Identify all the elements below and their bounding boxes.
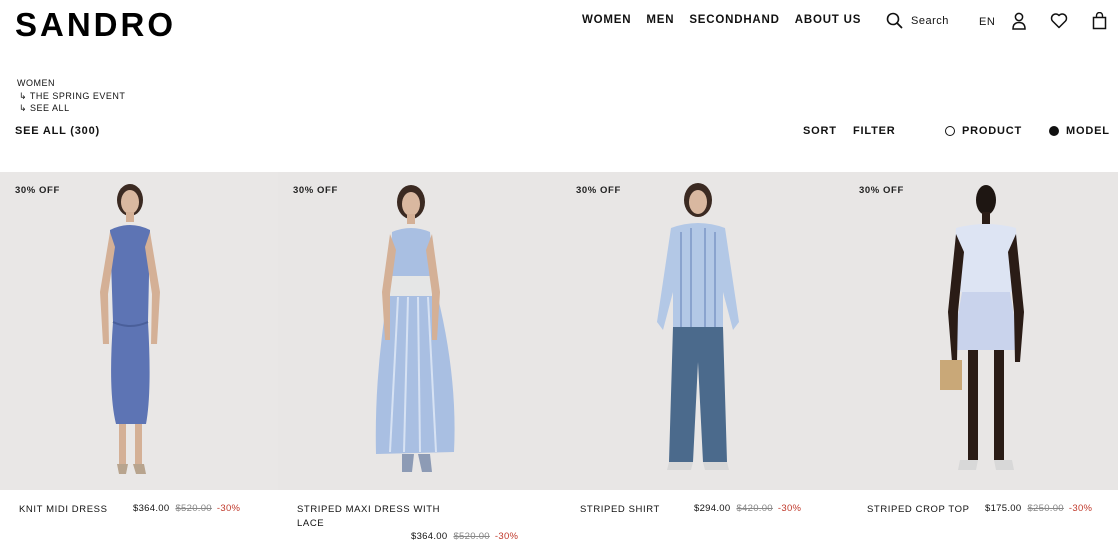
product-info: STRIPED CROP TOP $175.00 $250.00 -30% — [867, 503, 1108, 543]
radio-unselected-icon — [945, 126, 955, 136]
nav-men[interactable]: MEN — [646, 14, 674, 26]
model-illustration — [278, 172, 561, 490]
language-selector[interactable]: EN — [979, 16, 995, 28]
original-price: $520.00 — [175, 503, 212, 514]
original-price: $420.00 — [736, 503, 773, 514]
nav-about-us[interactable]: ABOUT US — [795, 14, 861, 26]
current-price: $364.00 — [133, 503, 170, 514]
search-icon — [886, 12, 903, 29]
product-card[interactable]: 30% OFF STRIPED SHIRT $294.00 $420.00 -30% — [561, 172, 844, 543]
original-price: $520.00 — [453, 531, 490, 542]
product-image[interactable]: 30% OFF — [278, 172, 561, 490]
account-button[interactable] — [1011, 12, 1027, 35]
current-price: $175.00 — [985, 503, 1022, 514]
discount-badge: 30% OFF — [293, 185, 338, 196]
product-card[interactable]: 30% OFF STRIPED MAXI DRESS WITH LACE $36… — [278, 172, 561, 543]
discount-percent: -30% — [216, 503, 241, 514]
nav-women[interactable]: WOMEN — [582, 14, 631, 26]
breadcrumb-spring-event[interactable]: ↳ THE SPRING EVENT — [17, 90, 125, 103]
shopping-bag-icon — [1092, 11, 1107, 30]
discount-badge: 30% OFF — [576, 185, 621, 196]
discount-percent: -30% — [777, 503, 802, 514]
results-count: SEE ALL (300) — [15, 125, 100, 137]
wishlist-button[interactable] — [1050, 12, 1068, 34]
model-illustration — [0, 172, 278, 490]
bag-button[interactable] — [1092, 11, 1107, 35]
heart-icon — [1050, 13, 1068, 29]
view-model-label: MODEL — [1066, 125, 1110, 137]
product-info: STRIPED SHIRT $294.00 $420.00 -30% — [580, 503, 834, 543]
current-price: $364.00 — [411, 531, 448, 542]
search-button[interactable]: Search — [886, 12, 949, 29]
view-product-option[interactable]: PRODUCT — [945, 125, 1022, 137]
price-row: $294.00 $420.00 -30% — [694, 503, 801, 514]
breadcrumb-see-all[interactable]: ↳ SEE ALL — [17, 102, 125, 115]
price-row: $364.00 $520.00 -30% — [411, 531, 518, 542]
breadcrumb-women[interactable]: WOMEN — [17, 77, 125, 90]
model-illustration — [844, 172, 1118, 490]
radio-selected-icon — [1049, 126, 1059, 136]
product-image[interactable]: 30% OFF — [844, 172, 1118, 490]
product-image[interactable]: 30% OFF — [561, 172, 844, 490]
current-price: $294.00 — [694, 503, 731, 514]
brand-logo[interactable]: SANDRO — [15, 8, 176, 42]
filter-button[interactable]: FILTER — [853, 125, 895, 137]
product-grid: 30% OFF KNIT MIDI DRESS $364.00 $520.00 -3… — [0, 172, 1118, 543]
discount-badge: 30% OFF — [15, 185, 60, 196]
discount-percent: -30% — [1068, 503, 1093, 514]
nav-secondhand[interactable]: SECONDHAND — [689, 14, 779, 26]
discount-badge: 30% OFF — [859, 185, 904, 196]
breadcrumb: WOMEN ↳ THE SPRING EVENT ↳ SEE ALL — [17, 77, 125, 115]
sort-button[interactable]: SORT — [803, 125, 837, 137]
original-price: $250.00 — [1027, 503, 1064, 514]
search-label: Search — [911, 14, 949, 27]
view-model-option[interactable]: MODEL — [1049, 125, 1110, 137]
product-card[interactable]: 30% OFF STRIPED CROP TOP $175.00 $250.00-… — [844, 172, 1118, 543]
product-image[interactable]: 30% OFF — [0, 172, 278, 490]
product-card[interactable]: 30% OFF KNIT MIDI DRESS $364.00 $520.00 -3… — [0, 172, 278, 543]
discount-percent: -30% — [494, 531, 519, 542]
product-info: KNIT MIDI DRESS $364.00 $520.00 -30% — [19, 503, 268, 543]
main-nav: WOMEN MEN SECONDHAND ABOUT US — [582, 14, 861, 26]
product-name[interactable]: STRIPED MAXI DRESS WITH LACE — [297, 503, 447, 531]
view-product-label: PRODUCT — [962, 125, 1022, 137]
model-illustration — [561, 172, 844, 490]
product-info: STRIPED MAXI DRESS WITH LACE $364.00 $520… — [297, 503, 551, 543]
user-icon — [1012, 12, 1026, 30]
price-row: $175.00 $250.00 -30% — [985, 503, 1092, 514]
price-row: $364.00 $520.00 -30% — [133, 503, 240, 514]
